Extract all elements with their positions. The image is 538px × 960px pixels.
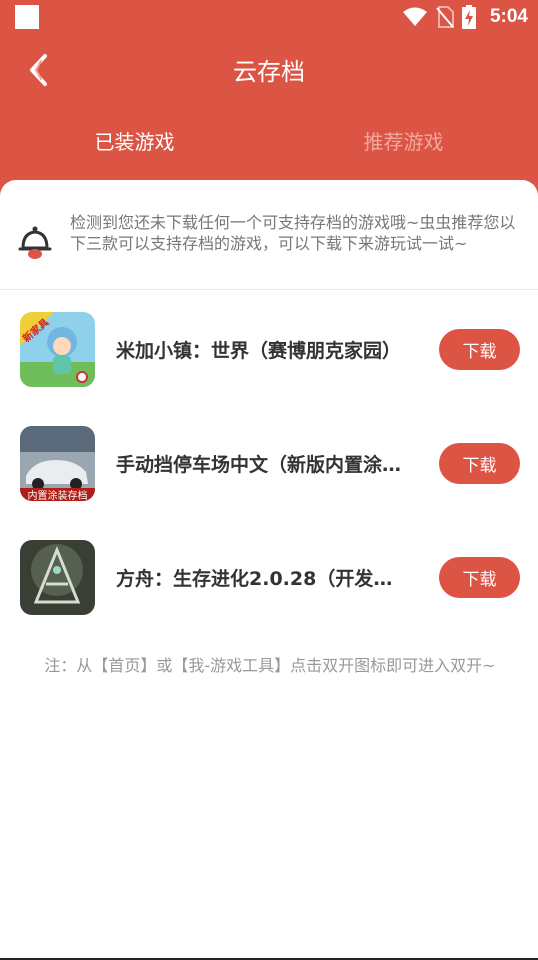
page-title: 云存档 <box>233 58 305 86</box>
notice-banner: 检测到您还未下载任何一个可支持存档的游戏哦~虫虫推荐您以下三款可以支持存档的游戏… <box>0 180 538 290</box>
download-button[interactable]: 下载 <box>439 329 520 370</box>
download-button[interactable]: 下载 <box>439 443 520 484</box>
bell-icon <box>18 226 52 259</box>
game-list-item[interactable]: 新家具 米加小镇：世界（赛博朋克家园） 下载 <box>0 312 538 426</box>
status-time: 5:04 <box>489 6 528 27</box>
battery-charging-icon <box>461 5 476 29</box>
game-thumbnail <box>20 540 95 615</box>
game-name: 米加小镇：世界（赛博朋克家园） <box>116 340 402 362</box>
game-list-item[interactable]: 内置涂装存档 手动挡停车场中文（新版内置涂装存档） 下载 <box>0 426 538 540</box>
game-thumb-badge: 内置涂装存档 <box>27 491 88 501</box>
game-list-item[interactable]: 方舟：生存进化2.0.28（开发者版） 下载 <box>0 540 538 654</box>
notice-text: 检测到您还未下载任何一个可支持存档的游戏哦~虫虫推荐您以下三款可以支持存档的游戏… <box>70 213 516 253</box>
status-icons: 5:04 <box>402 4 528 30</box>
content-card: 检测到您还未下载任何一个可支持存档的游戏哦~虫虫推荐您以下三款可以支持存档的游戏… <box>0 180 538 960</box>
game-thumbnail: 新家具 <box>20 312 95 387</box>
status-bar: 5:04 <box>0 0 538 34</box>
game-thumbnail: 内置涂装存档 <box>20 426 95 501</box>
game-name: 方舟：生存进化2.0.28（开发者版） <box>116 568 406 590</box>
tab-installed-games[interactable]: 已装游戏 <box>0 126 269 155</box>
wifi-icon <box>402 7 427 26</box>
footnote: 注：从【首页】或【我-游戏工具】点击双开图标即可进入双开~ <box>44 656 496 675</box>
notification-square-icon <box>15 5 39 29</box>
download-button[interactable]: 下载 <box>439 557 520 598</box>
tab-recommended-games[interactable]: 推荐游戏 <box>269 126 538 155</box>
no-sim-icon <box>436 6 454 28</box>
game-name: 手动挡停车场中文（新版内置涂装存档） <box>116 454 406 476</box>
